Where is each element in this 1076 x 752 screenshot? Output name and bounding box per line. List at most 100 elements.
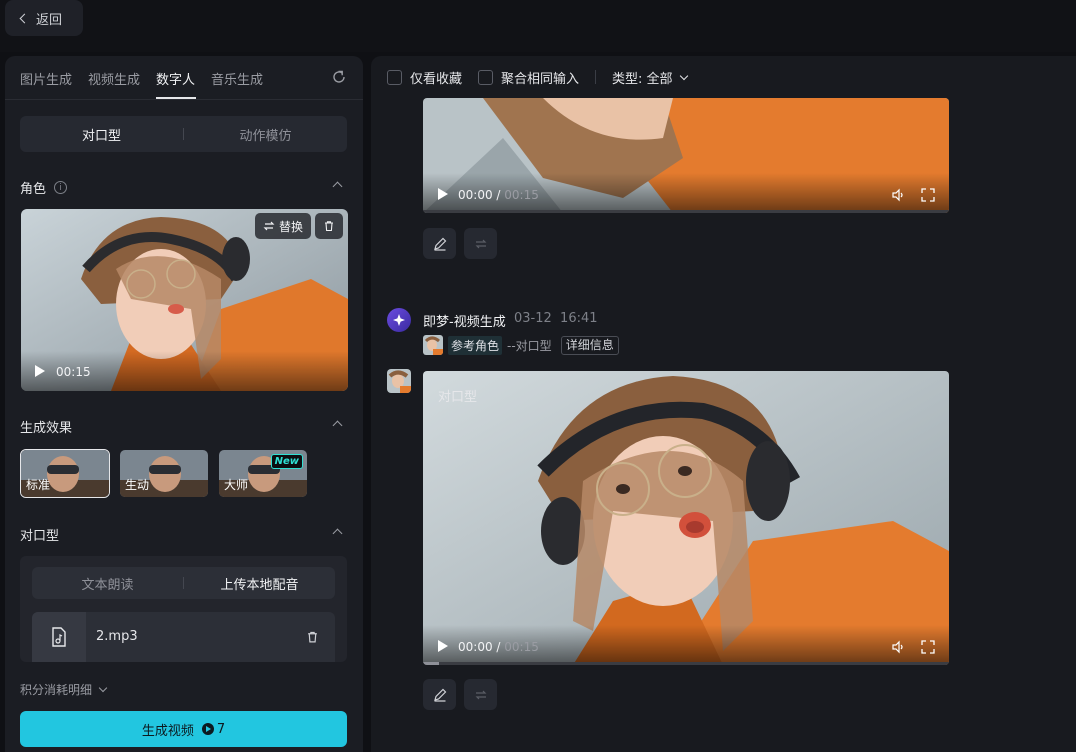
volume-icon[interactable] [891, 188, 905, 202]
mode-motion-imitate[interactable]: 动作模仿 [184, 125, 347, 144]
edit-icon [433, 688, 446, 702]
lip-sync-box: 文本朗读 上传本地配音 2.mp3 [20, 556, 347, 662]
volume-icon[interactable] [891, 640, 905, 654]
effect-standard[interactable]: 标准 [20, 449, 110, 498]
chevron-left-icon [19, 13, 30, 23]
chevron-up-icon[interactable] [332, 420, 343, 431]
effect-label: 生动 [125, 478, 150, 492]
role-section-title: 角色 i [20, 178, 68, 197]
new-badge: New [270, 454, 303, 469]
mode-lip-sync[interactable]: 对口型 [20, 125, 183, 144]
regenerate-icon [475, 690, 486, 699]
reference-link[interactable]: 参考角色 [448, 335, 503, 355]
video-progress-fill [423, 662, 439, 665]
tts-option[interactable]: 文本朗读 [32, 574, 183, 593]
tab-image-gen[interactable]: 图片生成 [20, 69, 72, 88]
message-datetime: 03-12 16:41 [514, 311, 598, 326]
chevron-down-icon [679, 71, 688, 80]
effect-section-title: 生成效果 [20, 417, 72, 436]
message-time: 16:41 [560, 311, 598, 326]
video-progress[interactable] [423, 210, 949, 213]
swap-icon [263, 221, 275, 231]
audio-file-row[interactable]: 2.mp3 [32, 612, 335, 662]
filter-bar: 仅看收藏 聚合相同输入 类型: 全部 [371, 56, 1076, 98]
play-icon[interactable] [35, 365, 45, 377]
filter-divider [595, 70, 597, 84]
tab-underline [156, 97, 196, 99]
reference-mode: --对口型 [507, 338, 552, 353]
back-button[interactable]: 返回 [5, 0, 83, 36]
video-duration: 00:15 [504, 188, 539, 202]
type-filter[interactable]: 类型: 全部 [612, 68, 688, 87]
tab-video-gen[interactable]: 视频生成 [88, 69, 140, 88]
audio-file-name: 2.mp3 [96, 629, 138, 644]
effect-title: 生成效果 [20, 421, 73, 436]
coin-icon [201, 723, 214, 735]
fullscreen-icon[interactable] [921, 640, 935, 654]
generate-cost: 7 [216, 721, 226, 737]
reference-thumb[interactable] [423, 335, 443, 355]
effect-master[interactable]: New 大师 [218, 449, 308, 498]
effect-options: 标准 生动 New 大师 [20, 449, 308, 498]
chevron-up-icon[interactable] [332, 181, 343, 192]
message-date: 03-12 [514, 311, 552, 326]
edit-button[interactable] [423, 679, 456, 710]
credits-detail-toggle[interactable]: 积分消耗明细 [20, 681, 108, 698]
bot-name: 即梦-视频生成 [423, 315, 506, 330]
delete-role-button[interactable] [315, 213, 343, 239]
merge-checkbox[interactable] [478, 69, 494, 85]
effect-label: 大师 [224, 478, 249, 492]
detail-info-button[interactable]: 详细信息 [560, 335, 619, 355]
lip-section-title: 对口型 [20, 525, 59, 544]
video-tag: 对口型 [438, 390, 478, 405]
role-preview[interactable]: 替换 00:15 [21, 209, 348, 391]
favorites-checkbox[interactable] [387, 69, 402, 85]
video-current: 00:00 [458, 640, 493, 654]
fullscreen-icon[interactable] [921, 188, 935, 202]
video-time: 00:00 / 00:15 [458, 188, 539, 202]
effect-label: 标准 [26, 478, 51, 492]
tab-digital-human[interactable]: 数字人 [156, 69, 195, 88]
video-progress[interactable] [423, 662, 949, 665]
replace-label: 替换 [278, 219, 303, 234]
favorites-label: 仅看收藏 [410, 71, 463, 87]
cost-group: 7 [201, 721, 226, 737]
merge-label: 聚合相同输入 [501, 71, 580, 87]
generate-label: 生成视频 [141, 723, 194, 739]
credits-label: 积分消耗明细 [20, 683, 93, 697]
play-icon[interactable] [438, 640, 448, 652]
video-player-2[interactable]: 对口型 00:00 / 00:15 [423, 371, 949, 665]
tab-bar: 图片生成 视频生成 数字人 音乐生成 [5, 56, 363, 100]
right-panel: 仅看收藏 聚合相同输入 类型: 全部 00:00 / 00:15 即梦-视频生成… [371, 56, 1076, 752]
user-avatar [387, 369, 411, 393]
lip-title: 对口型 [20, 529, 60, 544]
refresh-icon[interactable] [331, 69, 347, 85]
reference-row: 参考角色 --对口型 详细信息 [423, 335, 619, 355]
left-panel: 图片生成 视频生成 数字人 音乐生成 对口型 动作模仿 角色 i 替换 00:1… [5, 56, 363, 752]
video-player-1[interactable]: 00:00 / 00:15 [423, 98, 949, 213]
generate-video-button[interactable]: 生成视频 7 [20, 711, 347, 747]
upload-audio-option[interactable]: 上传本地配音 [184, 574, 335, 593]
top-bar: 返回 [0, 0, 1076, 52]
type-filter-label: 类型: 全部 [612, 71, 673, 87]
regenerate-button[interactable] [464, 228, 497, 259]
back-label: 返回 [36, 12, 63, 28]
role-title: 角色 [20, 182, 47, 197]
regenerate-button[interactable] [464, 679, 497, 710]
effect-vivid[interactable]: 生动 [119, 449, 209, 498]
video-current: 00:00 [458, 188, 493, 202]
edit-button[interactable] [423, 228, 456, 259]
chevron-up-icon[interactable] [332, 528, 343, 539]
replace-button[interactable]: 替换 [255, 213, 311, 239]
tab-music-gen[interactable]: 音乐生成 [211, 69, 263, 88]
trash-icon[interactable] [306, 630, 319, 644]
audio-source-selector: 文本朗读 上传本地配音 [32, 567, 335, 599]
chevron-down-icon [98, 683, 108, 693]
play-icon[interactable] [438, 188, 448, 200]
info-icon[interactable]: i [54, 181, 68, 194]
regenerate-icon [475, 239, 486, 248]
video-duration: 00:15 [504, 640, 539, 654]
video-frame-2 [423, 371, 949, 665]
mode-selector: 对口型 动作模仿 [20, 116, 347, 152]
audio-file-icon [32, 612, 86, 662]
